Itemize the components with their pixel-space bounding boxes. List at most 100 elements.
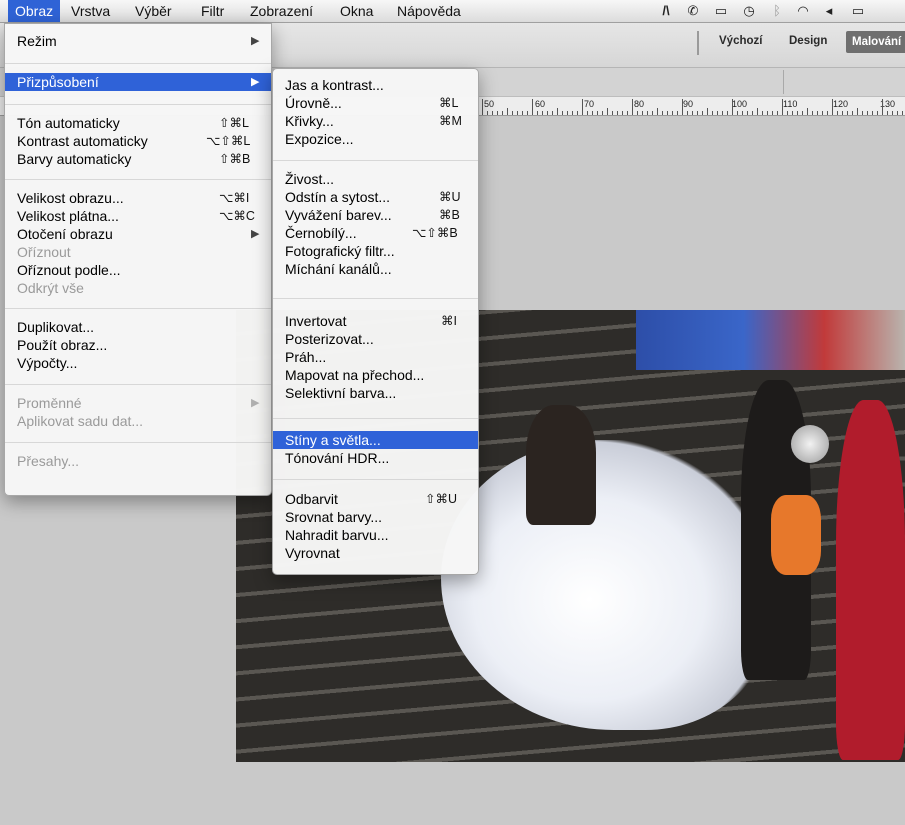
time-machine-icon[interactable]: ◷ (741, 4, 757, 18)
ruler-tick (787, 111, 788, 115)
battery-icon[interactable]: ▭ (847, 4, 869, 18)
menu-item-invertovat[interactable]: Invertovat ⌘I (273, 312, 478, 330)
phone-icon[interactable]: ✆ (685, 4, 701, 18)
menu-item-krivky[interactable]: Křivky... ⌘M (273, 112, 478, 130)
ruler-tick (652, 111, 653, 115)
ruler-tick (702, 111, 703, 115)
menu-item-prah[interactable]: Práh... (273, 348, 478, 366)
menu-okna[interactable]: Okna (340, 0, 373, 22)
menu-item-ton-automaticky[interactable]: Tón automaticky ⇧⌘L (5, 114, 271, 132)
menu-item-fotograficky-filtr[interactable]: Fotografický filtr... (273, 242, 478, 260)
menu-shortcut: ⌥⇧⌘L (206, 134, 251, 148)
ruler-label: 70 (584, 99, 595, 109)
ruler-tick (802, 111, 803, 115)
menu-item-barvy-automaticky[interactable]: Barvy automaticky ⇧⌘B (5, 150, 271, 168)
ruler-tick (602, 111, 603, 115)
menu-item-kontrast-automaticky[interactable]: Kontrast automaticky ⌥⇧⌘L (5, 132, 271, 150)
ruler-tick (737, 111, 738, 115)
menu-vrstva[interactable]: Vrstva (71, 0, 110, 22)
menu-item-srovnat-barvy[interactable]: Srovnat barvy... (273, 508, 478, 526)
ruler-tick (492, 111, 493, 115)
menu-shortcut: ⌘M (439, 114, 462, 128)
ruler-tick (857, 108, 858, 115)
menu-item-velikost-platna[interactable]: Velikost plátna... ⌥⌘C (5, 207, 271, 225)
menu-item-urovne[interactable]: Úrovně... ⌘L (273, 94, 478, 112)
menu-item-odbarvit[interactable]: Odbarvit ⇧⌘U (273, 490, 478, 508)
menu-separator (5, 104, 271, 105)
menu-item-vypocty[interactable]: Výpočty... (5, 354, 271, 372)
ruler-tick (682, 99, 683, 115)
menu-item-duplikovat[interactable]: Duplikovat... (5, 318, 271, 336)
menu-separator (5, 179, 271, 180)
ruler-tick (647, 111, 648, 115)
ruler-tick (592, 111, 593, 115)
menu-item-aplikovat-sadu-dat[interactable]: Aplikovat sadu dat... (5, 412, 271, 430)
menu-item-posterizovat[interactable]: Posterizovat... (273, 330, 478, 348)
ruler-tick (627, 111, 628, 115)
ruler-tick (557, 108, 558, 115)
photo-bride (526, 405, 596, 525)
menu-item-cernobily[interactable]: Černobílý... ⌥⇧⌘B (273, 224, 478, 242)
ruler-tick (842, 111, 843, 115)
menu-item-label: Vyvážení barev... (285, 207, 392, 223)
wifi-icon[interactable]: ◠ (795, 4, 811, 18)
menu-item-label: Nahradit barvu... (285, 527, 389, 543)
menu-obraz[interactable]: Obraz (8, 0, 61, 22)
workspace-divider (697, 31, 699, 55)
ruler-tick (667, 111, 668, 115)
menu-item-velikost-obrazu[interactable]: Velikost obrazu... ⌥⌘I (5, 189, 271, 207)
ruler-tick (852, 111, 853, 115)
menu-item-stiny-a-svetla[interactable]: Stíny a světla... (273, 431, 478, 449)
ruler-tick (577, 111, 578, 115)
menu-item-label: Aplikovat sadu dat... (17, 413, 144, 429)
menu-item-oriznout[interactable]: Oříznout (5, 243, 271, 261)
menu-separator (273, 298, 478, 299)
menu-item-nahradit-barvu[interactable]: Nahradit barvu... (273, 526, 478, 544)
menu-item-jas-a-kontrast[interactable]: Jas a kontrast... (273, 76, 478, 94)
ruler-tick (547, 111, 548, 115)
menu-separator (5, 384, 271, 385)
screen-icon[interactable]: ▭ (713, 4, 729, 18)
menu-item-promenne[interactable]: Proměnné ▶ (5, 394, 271, 412)
menu-item-tonovani-hdr[interactable]: Tónování HDR... (273, 449, 478, 467)
menu-item-presahy[interactable]: Přesahy... (5, 452, 271, 470)
menu-item-oriznout-podle[interactable]: Oříznout podle... (5, 261, 271, 279)
menu-zobrazeni[interactable]: Zobrazení (250, 0, 313, 22)
menu-item-vyrovnat[interactable]: Vyrovnat (273, 544, 478, 562)
ruler-tick (507, 108, 508, 115)
ruler-tick (722, 111, 723, 115)
menu-bar: Obraz Vrstva Výběr Filtr Zobrazení Okna … (0, 0, 905, 23)
ruler-tick (757, 108, 758, 115)
workspace-design[interactable]: Design (789, 35, 827, 47)
ruler-tick (582, 99, 583, 115)
menu-item-prizpusobeni[interactable]: Přizpůsobení ▶ (5, 73, 271, 91)
image-menu: Režim ▶ Přizpůsobení ▶ Tón automaticky ⇧⌘L … (4, 23, 272, 496)
photo-bus (636, 310, 905, 370)
ruler-tick (697, 111, 698, 115)
ruler-tick (877, 111, 878, 115)
menu-item-pouzit-obraz[interactable]: Použít obraz... (5, 336, 271, 354)
menu-item-selektivni-barva[interactable]: Selektivní barva... (273, 384, 478, 402)
ruler-tick (832, 99, 833, 115)
menu-item-rezim[interactable]: Režim ▶ (5, 32, 271, 50)
menu-item-otoceni-obrazu[interactable]: Otočení obrazu ▶ (5, 225, 271, 243)
menu-item-label: Výpočty... (17, 355, 78, 371)
ruler-tick (887, 111, 888, 115)
workspace-default[interactable]: Výchozí (719, 35, 762, 47)
bluetooth-icon[interactable]: ᛒ (769, 4, 785, 18)
workspace-painting[interactable]: Malování (846, 31, 905, 53)
adobe-icon[interactable]: /\ (658, 4, 674, 18)
menu-item-odstin-a-sytost[interactable]: Odstín a sytost... ⌘U (273, 188, 478, 206)
volume-icon[interactable]: ◂ (821, 4, 837, 18)
menu-item-expozice[interactable]: Expozice... (273, 130, 478, 148)
menu-item-odkryt-vse[interactable]: Odkrýt vše (5, 279, 271, 297)
menu-napoveda[interactable]: Nápověda (397, 0, 461, 22)
menu-item-vyvazeni-barev[interactable]: Vyvážení barev... ⌘B (273, 206, 478, 224)
menu-item-michani-kanalu[interactable]: Míchání kanálů... (273, 260, 478, 278)
menu-item-zivost[interactable]: Živost... (273, 170, 478, 188)
menu-vyber[interactable]: Výběr (135, 0, 172, 22)
menu-item-mapovat-na-prechod[interactable]: Mapovat na přechod... (273, 366, 478, 384)
menu-filtr[interactable]: Filtr (201, 0, 224, 22)
photo-reflector (791, 425, 829, 463)
menu-item-label: Přizpůsobení (17, 74, 99, 90)
